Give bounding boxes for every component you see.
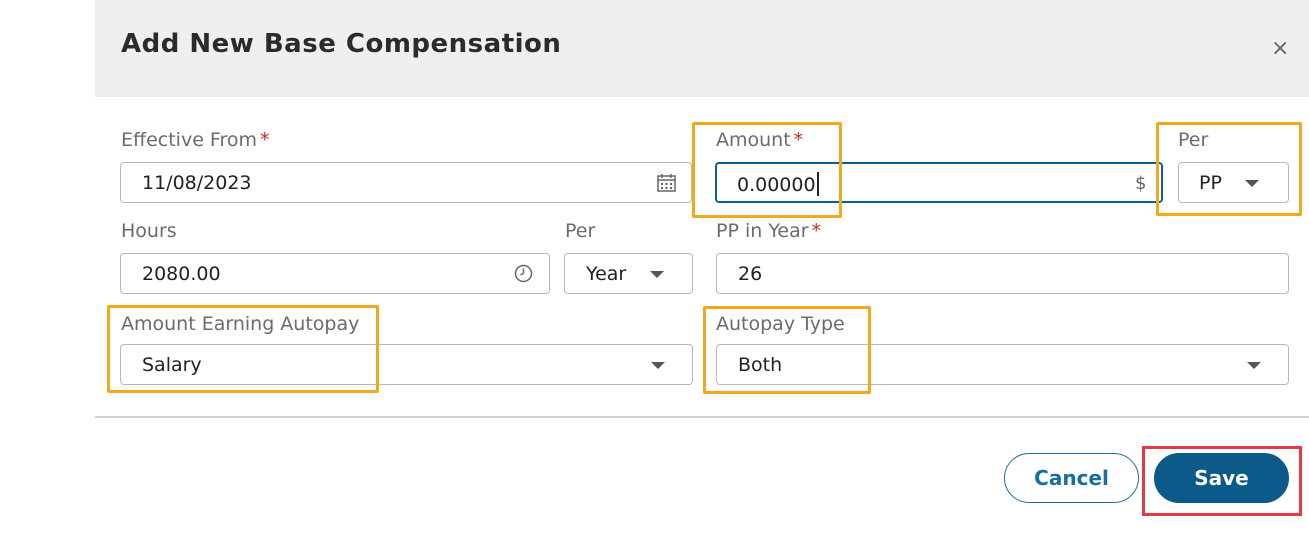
cancel-button[interactable]: Cancel	[1004, 453, 1139, 503]
amount-per-value: PP	[1199, 172, 1222, 194]
autopay-type-label: Autopay Type	[716, 313, 845, 335]
save-button[interactable]: Save	[1154, 453, 1289, 503]
amount-label: Amount *	[716, 129, 804, 151]
amount-earning-autopay-select[interactable]: Salary	[120, 344, 693, 385]
hours-per-value: Year	[586, 263, 627, 285]
amount-input[interactable]: 0.00000 $	[715, 162, 1163, 203]
effective-from-label: Effective From *	[121, 129, 270, 151]
hours-per-label: Per	[565, 220, 596, 242]
amount-value: 0.00000	[737, 172, 819, 196]
chevron-down-icon	[1247, 362, 1261, 369]
dialog-title: Add New Base Compensation	[121, 29, 562, 59]
hours-per-select[interactable]: Year	[564, 253, 693, 294]
autopay-type-select[interactable]: Both	[716, 344, 1289, 385]
calendar-icon[interactable]	[657, 174, 676, 192]
hours-input[interactable]: 2080.00	[120, 253, 550, 294]
close-icon[interactable]: ×	[1271, 38, 1289, 60]
effective-from-value: 11/08/2023	[142, 172, 252, 194]
amount-earning-autopay-value: Salary	[142, 354, 202, 376]
required-marker: *	[260, 129, 270, 151]
pp-in-year-label: PP in Year *	[716, 220, 822, 242]
text-caret	[816, 172, 819, 196]
hours-value: 2080.00	[142, 263, 221, 285]
pp-in-year-value: 26	[738, 263, 763, 285]
clock-icon[interactable]	[514, 264, 533, 283]
amount-earning-autopay-label: Amount Earning Autopay	[121, 313, 360, 335]
chevron-down-icon	[1245, 180, 1259, 187]
dialog-header: Add New Base Compensation ×	[95, 0, 1309, 97]
footer-divider	[95, 416, 1309, 418]
required-marker: *	[811, 220, 822, 242]
amount-per-label: Per	[1178, 129, 1209, 151]
currency-suffix: $	[1135, 173, 1147, 194]
chevron-down-icon	[651, 362, 665, 369]
autopay-type-value: Both	[738, 354, 783, 376]
effective-from-date-input[interactable]: 11/08/2023	[120, 162, 692, 203]
hours-label: Hours	[121, 220, 177, 242]
required-marker: *	[793, 129, 804, 151]
base-compensation-dialog: Add New Base Compensation × Effective Fr…	[95, 0, 1309, 536]
chevron-down-icon	[650, 271, 664, 278]
pp-in-year-input[interactable]: 26	[716, 253, 1289, 294]
amount-per-select[interactable]: PP	[1178, 162, 1289, 203]
